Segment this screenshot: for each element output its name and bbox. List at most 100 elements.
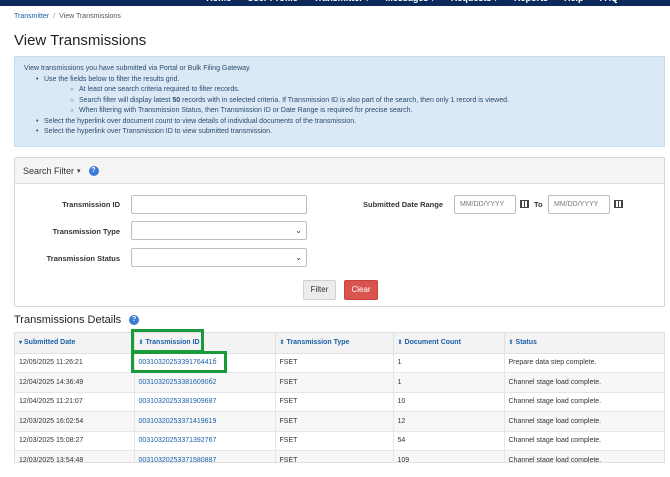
chevron-down-icon: ▾ xyxy=(430,0,435,3)
column-header-submitted-date[interactable]: ▾ Submitted Date xyxy=(15,333,135,354)
breadcrumb-separator: / xyxy=(53,13,56,20)
transmission-id-link[interactable]: 00310320253371419619 xyxy=(134,411,276,432)
table-row: 12/04/2025 14:36:49 003103202533816090б2 F… xyxy=(15,372,664,393)
info-sub-latest-pre: Search filter will display latest xyxy=(79,96,173,104)
nav-item-label: FAQ xyxy=(599,0,618,3)
status-cell: Channel stage load complete. xyxy=(504,392,664,412)
nav-item-transmitter[interactable]: Transmitter▾ xyxy=(314,0,370,4)
transmissions-details-title: Transmissions Details xyxy=(14,314,122,326)
document-count-cell: 12 xyxy=(393,411,505,432)
help-icon[interactable]: ? xyxy=(129,315,140,325)
column-header-label: Document Count xyxy=(404,339,461,347)
nav-item-requests[interactable]: Requests▾ xyxy=(451,0,498,4)
top-navigation: HomeUser ProfileTransmitter▾Messages▾Req… xyxy=(0,0,670,6)
calendar-icon[interactable] xyxy=(614,200,623,208)
clear-button[interactable]: Clear xyxy=(344,280,378,300)
nav-item-user-profile[interactable]: User Profile xyxy=(247,0,298,4)
transmission-type-cell: FSET xyxy=(275,372,394,393)
submitted-date-range-label: Submitted Date Range xyxy=(362,200,443,209)
info-box: View transmissions you have submitted vi… xyxy=(14,56,665,147)
nav-item-messages[interactable]: Messages▾ xyxy=(385,0,435,4)
transmission-id-link[interactable]: 00310320253381909687 xyxy=(134,392,276,412)
nav-item-label: Reports xyxy=(514,0,548,3)
transmission-type-cell: FSET xyxy=(275,450,394,462)
column-header-document-count[interactable]: ⇕ Document Count xyxy=(393,333,505,354)
column-header-label: Transmission Type xyxy=(286,339,350,347)
transmission-status-select[interactable]: ⌄ xyxy=(131,248,307,267)
table-row: 12/03/2025 16:02:54 00310320253371419619 F… xyxy=(15,411,664,432)
chevron-down-icon: ⌄ xyxy=(295,226,302,235)
transmission-id-link[interactable]: 00310320253371392767 xyxy=(134,431,276,451)
document-count-cell: 1 xyxy=(393,353,505,373)
chevron-down-icon: ▾ xyxy=(365,0,370,3)
filter-button[interactable]: Filter xyxy=(303,280,336,300)
chevron-down-icon: ▾ xyxy=(77,167,81,175)
breadcrumb-transmitter-link[interactable]: Transmitter xyxy=(14,13,49,20)
sort-arrow-icon: ▾ xyxy=(19,340,23,347)
grid-header-row: ▾ Submitted Date ⇕ Transmission ID ⇕ Transmis… xyxy=(15,333,664,354)
transmissions-details-heading: Transmissions Details ? xyxy=(14,314,140,326)
to-label: To xyxy=(534,200,543,209)
info-intro: View transmissions you have submitted vi… xyxy=(24,65,251,72)
nav-item-faq[interactable]: FAQ xyxy=(599,0,618,4)
column-header-status[interactable]: ⇕ Status xyxy=(504,333,664,354)
info-list: Use the fields below to filter the resul… xyxy=(24,75,655,138)
transmissions-grid: ▾ Submitted Date ⇕ Transmission ID ⇕ Transmis… xyxy=(14,332,665,463)
nav-item-home[interactable]: Home xyxy=(206,0,231,4)
status-cell: Channel stage load complete. xyxy=(504,411,664,432)
column-header-transmission-type[interactable]: ⇕ Transmission Type xyxy=(275,333,394,354)
nav-item-label: Help xyxy=(564,0,584,3)
date-from-input[interactable]: MM/DD/YYYY xyxy=(454,195,516,214)
search-filter-header[interactable]: Search Filter ▾ ? xyxy=(15,158,664,184)
nav-item-label: Requests xyxy=(451,0,492,3)
transmission-type-label: Transmission Type xyxy=(52,227,120,236)
document-count-cell: 54 xyxy=(393,431,505,451)
info-bullet-document-count: Select the hyperlink over document count… xyxy=(24,117,655,128)
transmission-id-label: Transmission ID xyxy=(62,200,120,209)
transmission-id-link[interactable]: 00310320253371580887 xyxy=(134,450,276,462)
info-bullet-filter: Use the fields below to filter the resul… xyxy=(24,75,655,86)
table-row: 12/05/2025 11:26:21 0031032025339176441б F… xyxy=(15,353,664,373)
submitted-date-cell: 12/04/2025 11:21:07 xyxy=(15,392,135,412)
status-cell: Channel stage load complete. xyxy=(504,431,664,451)
info-sub-criteria: At least one search criteria required to… xyxy=(24,85,655,96)
document-count-cell: 109 xyxy=(393,450,505,462)
nav-menu: HomeUser ProfileTransmitter▾Messages▾Req… xyxy=(206,0,618,4)
submitted-date-cell: 12/03/2025 13:54:48 xyxy=(15,450,135,462)
table-row: 12/03/2025 13:54:48 00310320253371580887 F… xyxy=(15,450,664,462)
info-sub-latest-count: 50 xyxy=(172,96,181,104)
transmission-status-label: Transmission Status xyxy=(46,254,120,263)
help-icon[interactable]: ? xyxy=(88,165,99,176)
info-sub-latest-post: records with in selected criteria. If Tr… xyxy=(180,96,509,104)
transmission-type-cell: FSET xyxy=(275,411,394,432)
transmission-id-link[interactable]: 003103202533816090б2 xyxy=(134,372,276,393)
calendar-icon[interactable] xyxy=(520,200,529,208)
transmission-id-cell-highlight xyxy=(131,351,227,373)
nav-item-reports[interactable]: Reports xyxy=(514,0,548,4)
document-count-cell: 1 xyxy=(393,372,505,393)
column-header-label: Status xyxy=(515,339,537,347)
search-filter-title: Search Filter xyxy=(23,165,75,176)
submitted-date-cell: 12/05/2025 11:26:21 xyxy=(15,353,135,373)
grid-body: 12/05/2025 11:26:21 0031032025339176441б F… xyxy=(15,353,664,462)
breadcrumb: Transmitter / View Transmissions xyxy=(14,13,121,20)
page-title: View Transmissions xyxy=(14,32,147,49)
sort-arrow-icon: ⇕ xyxy=(397,340,403,347)
date-to-input[interactable]: MM/DD/YYYY xyxy=(548,195,610,214)
submitted-date-cell: 12/03/2025 15:08:27 xyxy=(15,431,135,451)
transmission-id-input[interactable] xyxy=(131,195,307,214)
submitted-date-cell: 12/04/2025 14:36:49 xyxy=(15,372,135,393)
transmission-type-select[interactable]: ⌄ xyxy=(131,221,307,240)
status-cell: Channel stage load complete. xyxy=(504,372,664,393)
status-cell: Channel stage load complete. xyxy=(504,450,664,462)
table-row: 12/04/2025 11:21:07 00310320253381909687 F… xyxy=(15,392,664,412)
sort-arrow-icon: ⇕ xyxy=(279,340,285,347)
info-sub-status: When filtering with Transmission Status,… xyxy=(24,106,655,117)
nav-item-help[interactable]: Help xyxy=(564,0,584,4)
nav-item-label: Transmitter xyxy=(314,0,363,3)
info-bullet-transmission-id: Select the hyperlink over Transmission I… xyxy=(24,127,655,138)
sort-arrow-icon: ⇕ xyxy=(508,340,514,347)
chevron-down-icon: ⌄ xyxy=(295,253,302,262)
document-count-cell: 10 xyxy=(393,392,505,412)
status-cell: Prepare data step complete. xyxy=(504,353,664,373)
